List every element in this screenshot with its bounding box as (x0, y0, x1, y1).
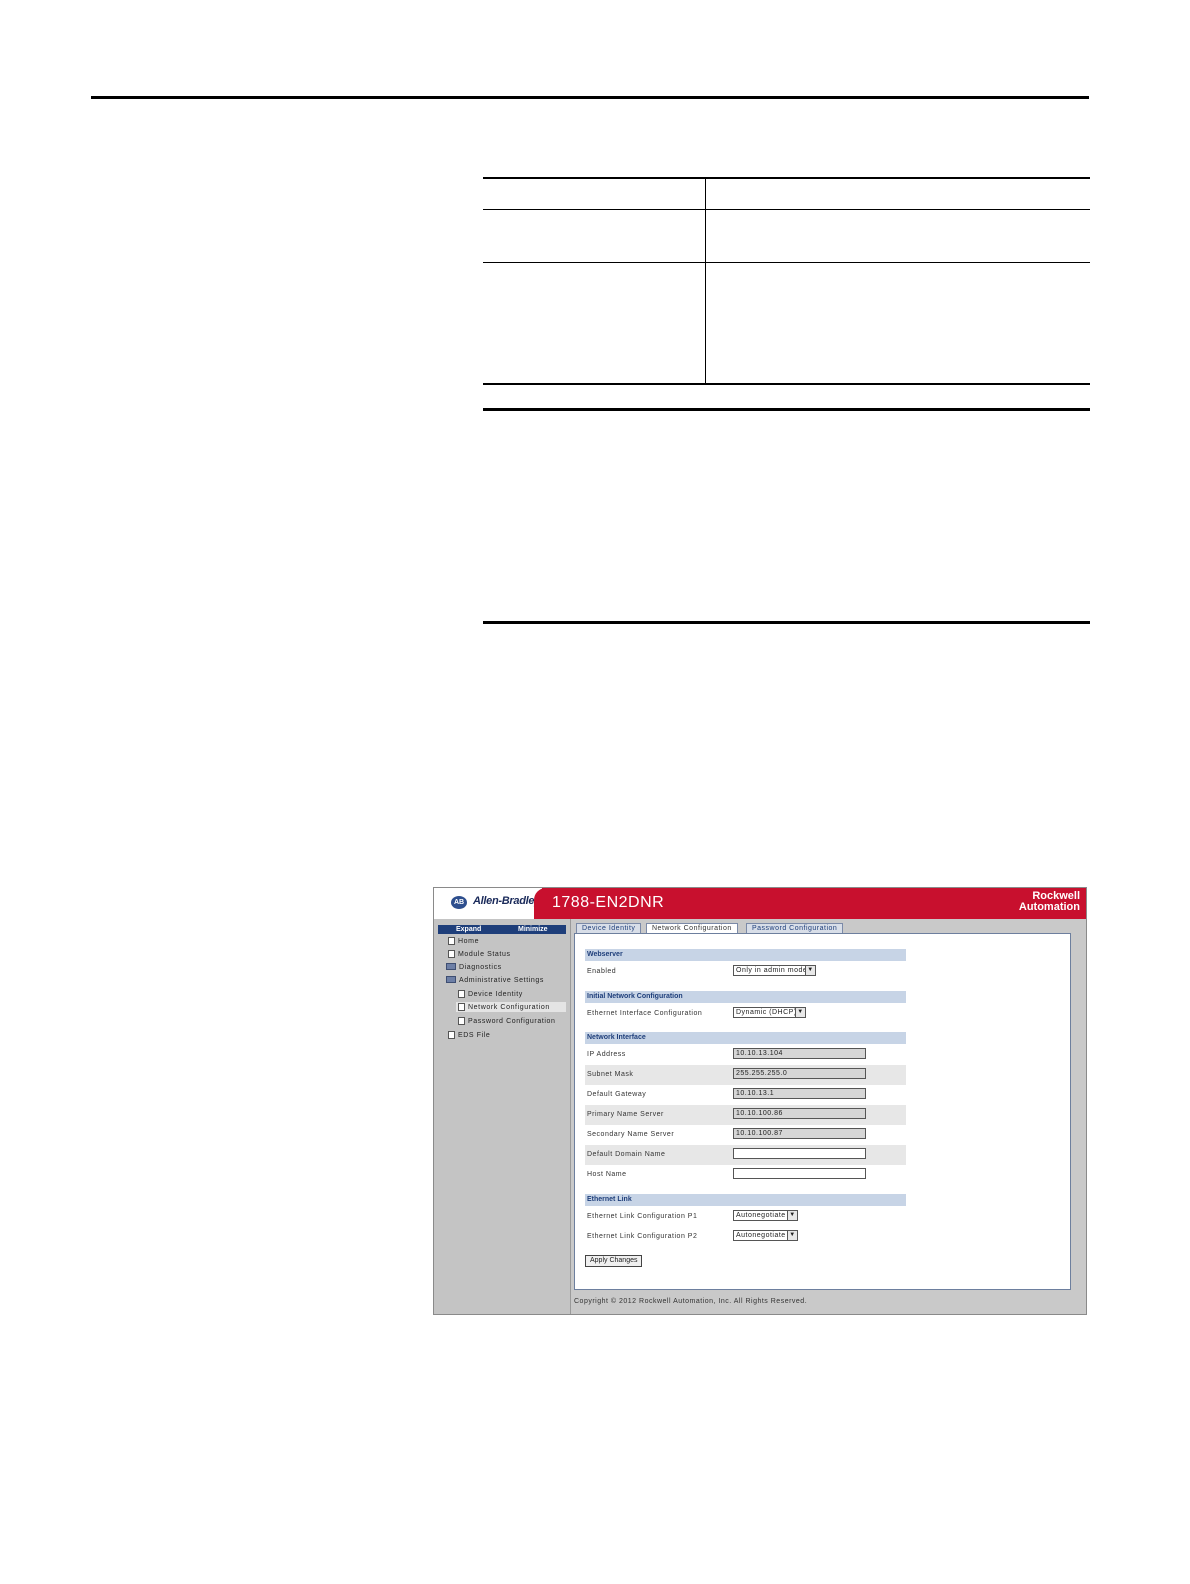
primary-name-server-field[interactable]: 10.10.100.86 (733, 1108, 866, 1119)
dropdown-arrow-icon: ▼ (805, 966, 815, 975)
sidebar-item-eds-file[interactable]: EDS File (448, 1031, 490, 1039)
sidebar: Expand Minimize Home Module Status Diagn… (434, 919, 571, 1314)
field-label: Secondary Name Server (587, 1131, 675, 1138)
table-rule (483, 262, 1090, 263)
row-primary-name-server: Primary Name Server 10.10.100.86 (585, 1105, 906, 1125)
field-label: IP Address (587, 1051, 626, 1058)
row-default-domain-name: Default Domain Name (585, 1145, 906, 1165)
section-webserver: Webserver (585, 949, 906, 961)
select-value: Dynamic (DHCP) (736, 1009, 797, 1016)
page-icon (458, 1017, 465, 1025)
copyright-text: Copyright © 2012 Rockwell Automation, In… (574, 1298, 808, 1305)
webserver-enabled-select[interactable]: Only in admin mode ▼ (733, 965, 816, 976)
row-default-gateway: Default Gateway 10.10.13.1 (585, 1085, 906, 1105)
section-ethernet-link: Ethernet Link (585, 1194, 906, 1206)
sidebar-item-diagnostics[interactable]: Diagnostics (446, 963, 502, 971)
page-icon (458, 1003, 465, 1011)
vendor-line-2: Automation (1018, 901, 1080, 913)
sidebar-item-home[interactable]: Home (448, 937, 479, 945)
field-label: Enabled (587, 968, 617, 975)
page-icon (458, 990, 465, 998)
page-icon (448, 937, 455, 945)
header-bar: AB Allen-Bradley 1788-EN2DNR Rockwell Au… (434, 888, 1086, 919)
row-ethernet-interface: Ethernet Interface Configuration Dynamic… (585, 1004, 906, 1024)
table-rule (483, 209, 1090, 210)
row-subnet-mask: Subnet Mask 255.255.255.0 (585, 1065, 906, 1085)
nav-controls: Expand Minimize (438, 925, 566, 934)
field-label: Ethernet Link Configuration P1 (587, 1213, 698, 1220)
default-gateway-field[interactable]: 10.10.13.1 (733, 1088, 866, 1099)
sidebar-item-label: Network Configuration (468, 1004, 550, 1011)
default-domain-name-field[interactable] (733, 1148, 866, 1159)
dropdown-arrow-icon: ▼ (795, 1008, 805, 1017)
sidebar-item-password-configuration[interactable]: Password Configuration (458, 1017, 556, 1025)
ip-address-field[interactable]: 10.10.13.104 (733, 1048, 866, 1059)
field-label: Ethernet Link Configuration P2 (587, 1233, 698, 1240)
ethernet-interface-select[interactable]: Dynamic (DHCP) ▼ (733, 1007, 806, 1018)
tab-password-configuration[interactable]: Password Configuration (746, 923, 844, 933)
allen-bradley-logo: AB Allen-Bradley (434, 888, 542, 919)
row-link-p2: Ethernet Link Configuration P2 Autonegot… (585, 1227, 906, 1247)
secondary-name-server-field[interactable]: 10.10.100.87 (733, 1128, 866, 1139)
tab-device-identity[interactable]: Device Identity (576, 923, 642, 933)
row-host-name: Host Name (585, 1165, 906, 1185)
header-notch (534, 888, 550, 919)
dropdown-arrow-icon: ▼ (787, 1231, 797, 1240)
row-ip-address: IP Address 10.10.13.104 (585, 1045, 906, 1065)
expand-button[interactable]: Expand (456, 925, 481, 934)
sidebar-item-module-status[interactable]: Module Status (448, 950, 511, 958)
row-enabled: Enabled Only in admin mode ▼ (585, 962, 906, 982)
folder-open-icon (446, 976, 456, 983)
sidebar-item-label: Module Status (458, 951, 511, 958)
sidebar-item-label: Password Configuration (468, 1018, 556, 1025)
page-icon (448, 950, 455, 958)
rockwell-automation-logo: Rockwell Automation (960, 891, 1080, 913)
select-value: Only in admin mode (736, 967, 808, 974)
sidebar-item-label: Administrative Settings (459, 977, 544, 984)
note-bottom-rule (483, 621, 1090, 624)
tab-network-configuration[interactable]: Network Configuration (646, 923, 738, 933)
link-p2-select[interactable]: Autonegotiate ▼ (733, 1230, 798, 1241)
subnet-mask-field[interactable]: 255.255.255.0 (733, 1068, 866, 1079)
page-top-rule (91, 96, 1089, 99)
section-network-interface: Network Interface (585, 1032, 906, 1044)
minimize-button[interactable]: Minimize (518, 925, 548, 934)
sidebar-item-label: Home (458, 938, 480, 945)
field-label: Subnet Mask (587, 1071, 634, 1078)
sidebar-item-label: Device Identity (468, 991, 523, 998)
field-label: Default Domain Name (587, 1151, 666, 1158)
sidebar-item-administrative-settings[interactable]: Administrative Settings (446, 976, 544, 984)
sidebar-item-label: Diagnostics (459, 964, 502, 971)
row-link-p1: Ethernet Link Configuration P1 Autonegot… (585, 1207, 906, 1227)
select-value: Autonegotiate (736, 1232, 786, 1239)
host-name-field[interactable] (733, 1168, 866, 1179)
table-rule (483, 177, 1090, 179)
sidebar-item-network-configuration[interactable]: Network Configuration (456, 1002, 566, 1012)
section-initial-network-configuration: Initial Network Configuration (585, 991, 906, 1003)
row-secondary-name-server: Secondary Name Server 10.10.100.87 (585, 1125, 906, 1145)
web-ui-screenshot: AB Allen-Bradley 1788-EN2DNR Rockwell Au… (433, 887, 1087, 1315)
folder-icon (446, 963, 456, 970)
sidebar-item-device-identity[interactable]: Device Identity (458, 990, 523, 998)
brand-name: Allen-Bradley (473, 895, 541, 907)
apply-changes-button[interactable]: Apply Changes (585, 1255, 643, 1267)
note-top-rule (483, 408, 1090, 411)
field-label: Primary Name Server (587, 1111, 664, 1118)
field-label: Default Gateway (587, 1091, 647, 1098)
dropdown-arrow-icon: ▼ (787, 1211, 797, 1220)
link-p1-select[interactable]: Autonegotiate ▼ (733, 1210, 798, 1221)
select-value: Autonegotiate (736, 1212, 786, 1219)
device-title: 1788-EN2DNR (552, 894, 665, 911)
network-configuration-panel: Webserver Enabled Only in admin mode ▼ In… (574, 933, 1071, 1290)
field-label: Ethernet Interface Configuration (587, 1010, 703, 1017)
field-label: Host Name (587, 1171, 627, 1178)
table-rule (483, 383, 1090, 385)
sidebar-item-label: EDS File (458, 1032, 491, 1039)
ab-badge-icon: AB (451, 896, 467, 909)
table-column-divider (705, 179, 706, 383)
page-icon (448, 1031, 455, 1039)
